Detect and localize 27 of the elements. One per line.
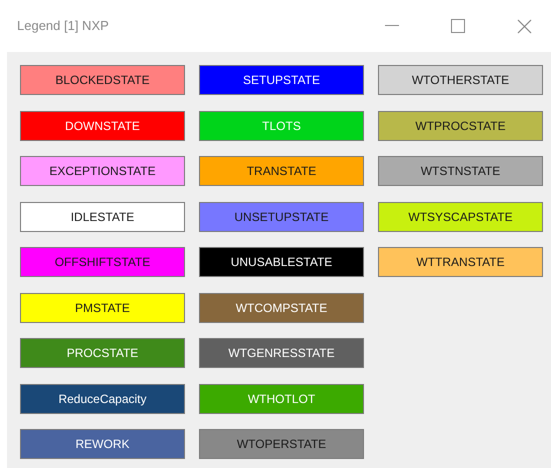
minimize-icon bbox=[385, 25, 399, 27]
legend-swatch: WTCOMPSTATE bbox=[199, 292, 364, 322]
legend-swatch: UNUSABLESTATE bbox=[199, 247, 364, 277]
legend-swatch: WTTRANSTATE bbox=[378, 247, 543, 277]
legend-swatch: WTGENRESSTATE bbox=[199, 338, 364, 368]
legend-swatch: BLOCKEDSTATE bbox=[20, 65, 185, 95]
legend-swatch: REWORK bbox=[20, 429, 185, 459]
legend-swatch: WTOPERSTATE bbox=[199, 429, 364, 459]
close-icon bbox=[516, 18, 532, 34]
legend-swatch: WTSTNSTATE bbox=[378, 156, 543, 186]
legend-swatch: SETUPSTATE bbox=[199, 65, 364, 95]
legend-swatch: ReduceCapacity bbox=[20, 384, 185, 414]
legend-swatch: TLOTS bbox=[199, 110, 364, 140]
legend-swatch: TRANSTATE bbox=[199, 156, 364, 186]
legend-swatch: WTSYSCAPSTATE bbox=[378, 202, 543, 232]
legend-swatch: EXCEPTIONSTATE bbox=[20, 156, 185, 186]
legend-swatch: DOWNSTATE bbox=[20, 110, 185, 140]
legend-swatch: WTHOTLOT bbox=[199, 384, 364, 414]
window-title: Legend [1] NXP bbox=[17, 17, 109, 36]
legend-swatch: WTPROCSTATE bbox=[378, 110, 543, 140]
legend-swatch: IDLESTATE bbox=[20, 202, 185, 232]
legend-swatch: UNSETUPSTATE bbox=[199, 202, 364, 232]
legend-swatch: WTOTHERSTATE bbox=[378, 65, 543, 95]
legend-swatch: PMSTATE bbox=[20, 292, 185, 322]
maximize-icon bbox=[451, 19, 465, 33]
legend-swatch: OFFSHIFTSTATE bbox=[20, 247, 185, 277]
legend-swatch: PROCSTATE bbox=[20, 338, 185, 368]
